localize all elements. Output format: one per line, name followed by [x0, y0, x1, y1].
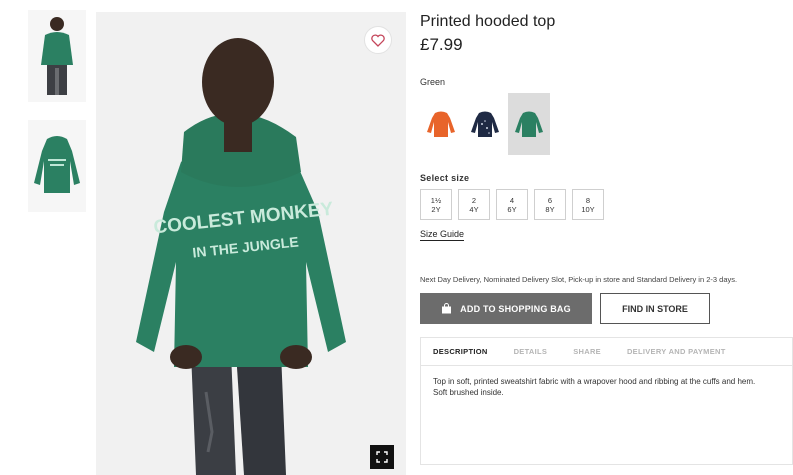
- orange-hoodie-icon: [427, 111, 455, 137]
- main-product-image: COOLEST MONKEY IN THE JUNGLE: [96, 12, 406, 475]
- description-text: Top in soft, printed sweatshirt fabric w…: [433, 377, 756, 397]
- product-title: Printed hooded top: [420, 13, 556, 30]
- size-top: 6: [547, 195, 553, 205]
- model-photo: COOLEST MONKEY IN THE JUNGLE: [96, 12, 406, 475]
- info-tabs: DESCRIPTION DETAILS SHARE DELIVERY AND P…: [421, 338, 792, 366]
- size-top: 1½: [430, 195, 442, 205]
- size-option-4[interactable]: 6 8Y: [534, 189, 566, 220]
- size-option-1[interactable]: 1½ 2Y: [420, 189, 452, 220]
- expand-icon: [376, 451, 388, 463]
- delivery-info: Next Day Delivery, Nominated Delivery Sl…: [420, 275, 738, 284]
- swatch-orange[interactable]: [420, 93, 462, 155]
- size-option-2[interactable]: 2 4Y: [458, 189, 490, 220]
- thumbnail-product[interactable]: [28, 120, 86, 212]
- color-label: Green: [420, 77, 446, 87]
- size-bottom: 10Y: [581, 204, 595, 214]
- size-bottom: 8Y: [545, 204, 555, 214]
- tab-delivery-payment[interactable]: DELIVERY AND PAYMENT: [627, 347, 726, 356]
- shopping-bag-icon: [442, 303, 452, 314]
- product-info: Printed hooded top £7.99 Green Select si…: [420, 12, 793, 465]
- thumbnail-list: [28, 10, 86, 230]
- size-label: Select size: [420, 173, 470, 183]
- size-top: 2: [471, 195, 477, 205]
- green-hoodie-icon: [515, 111, 543, 137]
- action-buttons: ADD TO SHOPPING BAG FIND IN STORE: [420, 293, 793, 324]
- swatch-green[interactable]: [508, 93, 550, 155]
- tab-share[interactable]: SHARE: [573, 347, 601, 356]
- size-bottom: 4Y: [469, 204, 479, 214]
- color-swatches: [420, 93, 793, 155]
- product-price: £7.99: [420, 35, 463, 54]
- thumbnail-model[interactable]: [28, 10, 86, 102]
- size-guide-link[interactable]: Size Guide: [420, 229, 465, 241]
- add-to-bag-button[interactable]: ADD TO SHOPPING BAG: [420, 293, 592, 324]
- size-bottom: 6Y: [507, 204, 517, 214]
- swatch-navy[interactable]: [464, 93, 506, 155]
- description-panel: DESCRIPTION DETAILS SHARE DELIVERY AND P…: [420, 337, 793, 465]
- size-options: 1½ 2Y 2 4Y 4 6Y 6 8Y 8 10Y: [420, 189, 793, 220]
- size-option-3[interactable]: 4 6Y: [496, 189, 528, 220]
- size-top: 8: [585, 195, 591, 205]
- heart-icon: [371, 33, 385, 47]
- zoom-button[interactable]: [370, 445, 394, 469]
- tab-description[interactable]: DESCRIPTION: [433, 347, 488, 356]
- add-to-bag-label: ADD TO SHOPPING BAG: [460, 303, 571, 314]
- navy-hoodie-icon: [471, 111, 499, 137]
- find-in-store-button[interactable]: FIND IN STORE: [600, 293, 710, 324]
- size-bottom: 2Y: [431, 204, 441, 214]
- favorite-button[interactable]: [364, 26, 392, 54]
- size-top: 4: [509, 195, 515, 205]
- size-option-5[interactable]: 8 10Y: [572, 189, 604, 220]
- tab-details[interactable]: DETAILS: [514, 347, 548, 356]
